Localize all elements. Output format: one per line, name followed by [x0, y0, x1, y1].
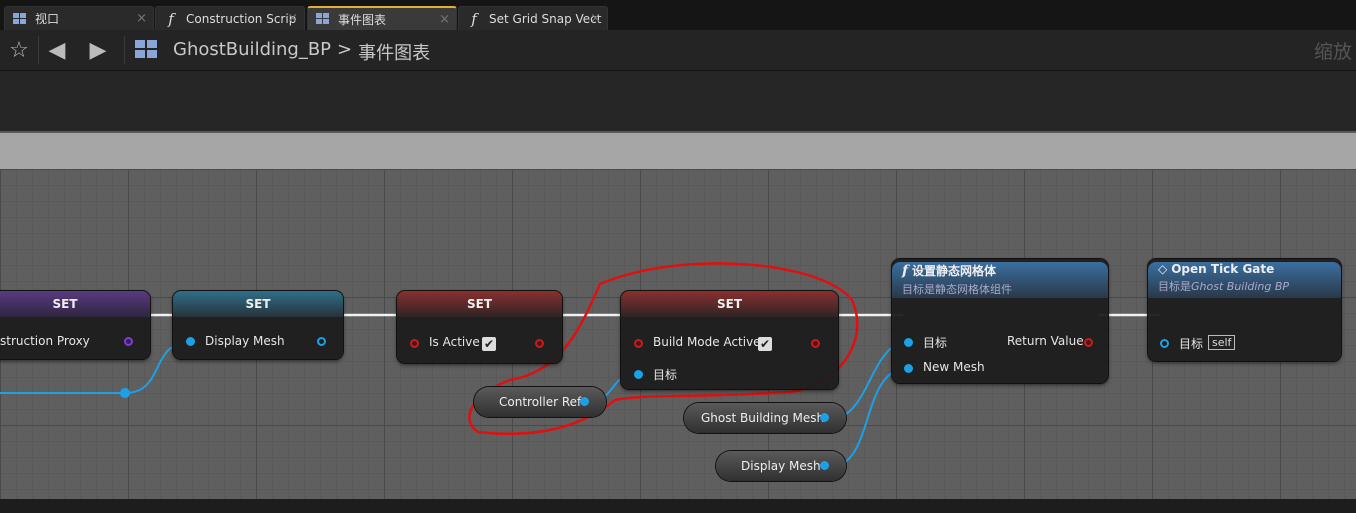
output-pin[interactable]: [535, 339, 544, 348]
checkbox-checked[interactable]: ✔: [758, 337, 772, 351]
pin-label: New Mesh: [923, 360, 985, 374]
target-pin[interactable]: [1160, 339, 1169, 348]
node-header: SET: [621, 291, 838, 317]
variable-label: Display Mesh: [741, 459, 821, 473]
input-pin[interactable]: [410, 339, 419, 348]
output-pin[interactable]: [317, 337, 326, 346]
pin-label: Build Mode Active: [653, 335, 761, 349]
pin-label: 目标: [653, 368, 678, 382]
output-pin[interactable]: [820, 413, 829, 422]
node-title: 设置静态网格体: [912, 264, 997, 278]
node-subtitle-class: Ghost Building BP: [1191, 280, 1290, 293]
pin-label: 目标: [1179, 337, 1204, 351]
input-pin[interactable]: [634, 339, 643, 348]
output-pin[interactable]: [580, 397, 589, 406]
input-pin[interactable]: [186, 337, 195, 346]
output-pin[interactable]: [820, 461, 829, 470]
node-subtitle: 目标是静态网格体组件: [902, 283, 1012, 296]
pin-label: struction Proxy: [0, 334, 90, 348]
node-header: SET: [173, 291, 343, 317]
function-icon: f: [902, 263, 909, 279]
set-node-display-mesh[interactable]: SET Display Mesh: [173, 291, 343, 359]
ghost-building-mesh-getter[interactable]: Ghost Building Mesh: [684, 403, 846, 433]
event-diamond-icon: ◇: [1158, 262, 1168, 276]
reroute-node[interactable]: [120, 388, 130, 398]
node-title: Open Tick Gate: [1171, 262, 1275, 276]
target-pin[interactable]: [634, 370, 643, 379]
wire-layer: [0, 262, 1160, 468]
pin-label: Return Value: [1007, 334, 1084, 348]
return-value-pin[interactable]: [1084, 338, 1093, 347]
variable-label: Ghost Building Mesh: [701, 411, 825, 425]
set-node-construction-proxy[interactable]: SET struction Proxy: [0, 291, 150, 359]
node-header: f 设置静态网格体 目标是静态网格体组件: [892, 262, 1108, 298]
display-mesh-getter[interactable]: Display Mesh: [716, 451, 846, 481]
target-pin[interactable]: [904, 338, 913, 347]
controller-ref-getter[interactable]: Controller Ref: [474, 387, 606, 417]
node-header: ◇ Open Tick Gate 目标是Ghost Building BP: [1148, 262, 1341, 298]
set-static-mesh-node[interactable]: f 设置静态网格体 目标是静态网格体组件 目标 Return Value New …: [892, 259, 1108, 383]
pin-label: Is Active: [429, 335, 480, 349]
output-pin[interactable]: [124, 337, 133, 346]
variable-label: Controller Ref: [499, 395, 582, 409]
output-pin[interactable]: [811, 339, 820, 348]
self-value-box[interactable]: self: [1208, 335, 1236, 350]
node-subtitle-prefix: 目标是: [1158, 280, 1191, 293]
pin-label: 目标: [923, 336, 948, 350]
set-node-build-mode-active[interactable]: SET Build Mode Active ✔ 目标: [621, 291, 838, 389]
new-mesh-pin[interactable]: [904, 364, 913, 373]
pin-label: Display Mesh: [205, 334, 285, 348]
set-node-is-active[interactable]: SET Is Active ✔: [397, 291, 562, 363]
checkbox-checked[interactable]: ✔: [482, 337, 496, 351]
open-tick-gate-node[interactable]: ◇ Open Tick Gate 目标是Ghost Building BP 目标 …: [1148, 259, 1341, 361]
